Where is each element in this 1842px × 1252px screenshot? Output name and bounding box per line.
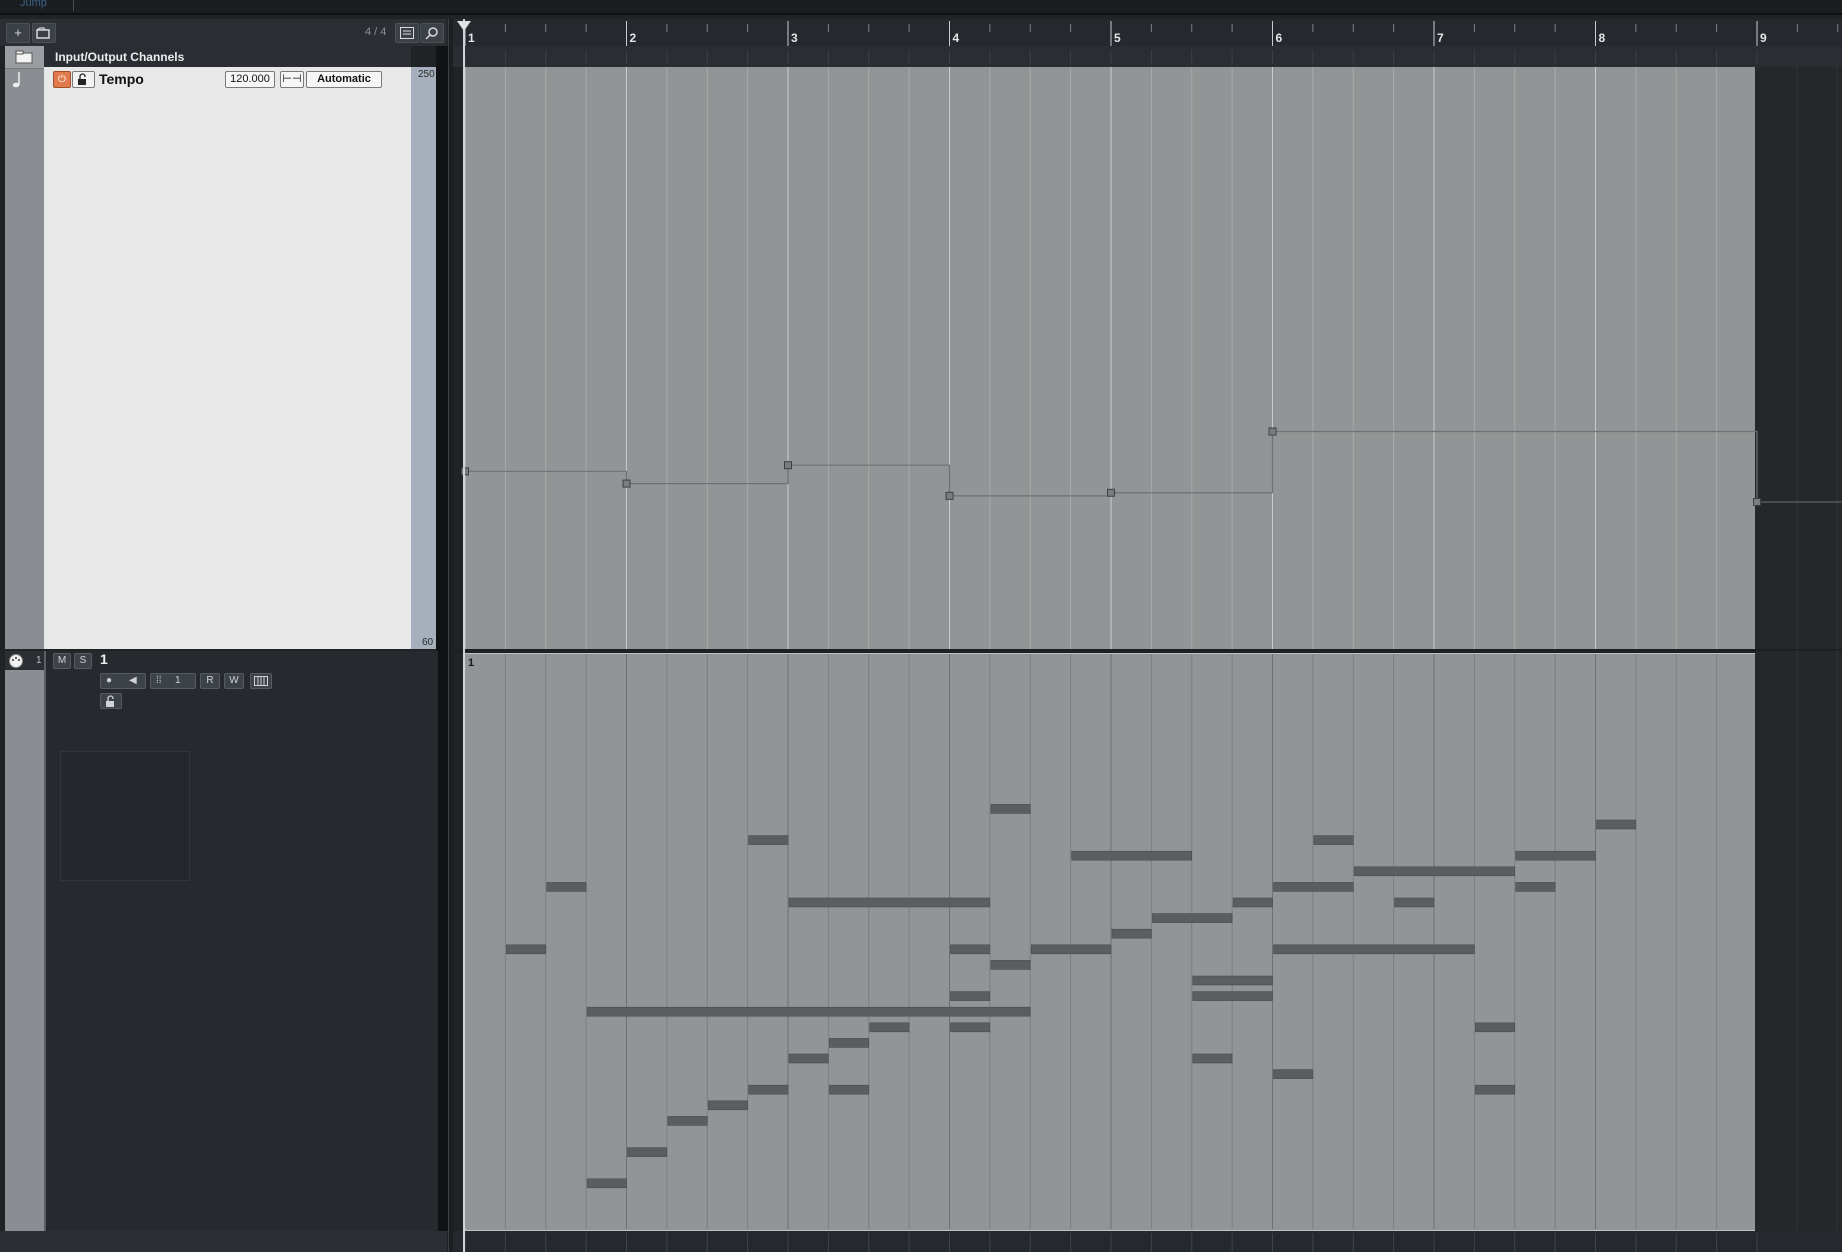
write-automation-button[interactable]: W	[224, 673, 244, 689]
folder-icon	[15, 50, 33, 64]
tempo-scale-min: 60	[422, 637, 434, 648]
bottom-scrollbar[interactable]	[453, 1231, 1842, 1252]
project-cursor[interactable]	[463, 19, 465, 1252]
tempo-mode-button[interactable]: Automatic	[306, 71, 382, 88]
tempo-note-icon	[12, 72, 20, 88]
tempo-scale	[411, 67, 436, 649]
record-monitor-group: ● ◀	[100, 673, 146, 689]
lock-icon	[78, 73, 86, 85]
midi-track-name[interactable]: 1	[100, 651, 108, 667]
bar-number: 9	[1760, 31, 1767, 45]
midi-lock-button[interactable]	[100, 693, 122, 709]
search-icon	[425, 27, 438, 40]
top-separator	[73, 0, 74, 11]
midi-part-name: 1	[468, 657, 475, 669]
midi-channel-selector[interactable]: ⁞⁞ 1	[150, 673, 196, 689]
track-picture-placeholder[interactable]	[60, 751, 190, 881]
bar-number: 1	[468, 31, 475, 45]
bar-number: 4	[952, 31, 960, 45]
top-strip	[0, 0, 1842, 15]
grid-icon: ⁞⁞	[156, 675, 162, 686]
monitor-icon[interactable]: ◀	[129, 674, 137, 688]
find-tracks-button[interactable]	[420, 23, 444, 43]
bar-ruler[interactable]: 1 2 3 4 5 6 7 8 9	[453, 19, 1842, 46]
tempo-track-color-strip[interactable]	[5, 46, 44, 649]
fit-range-button[interactable]: ⊢⊣	[280, 71, 304, 88]
list-icon	[400, 27, 414, 39]
midi-port-icon	[9, 654, 23, 668]
jump-label[interactable]: Jump	[20, 0, 47, 9]
bar-number: 8	[1598, 31, 1606, 45]
midi-track-header[interactable]	[44, 651, 438, 1231]
time-signature-readout: 4 / 4	[365, 26, 387, 38]
power-icon: ⏻	[58, 74, 66, 85]
channel-value: 1	[175, 675, 181, 686]
add-track-button[interactable]: +	[6, 23, 30, 43]
mute-button[interactable]: M	[53, 653, 71, 669]
plus-icon: +	[14, 25, 22, 40]
record-enable-icon[interactable]: ●	[106, 674, 112, 688]
solo-button[interactable]: S	[74, 653, 92, 669]
bar-number: 6	[1275, 31, 1283, 45]
midi-lane-outside-range	[1755, 651, 1842, 1231]
bar-number: 7	[1437, 31, 1444, 45]
bar-number: 3	[791, 31, 798, 45]
tempo-track-activate-button[interactable]: ⏻	[53, 71, 71, 88]
folder-plus-icon	[36, 27, 50, 39]
midi-track-color-strip[interactable]	[5, 651, 44, 1231]
tempo-track-name[interactable]: Tempo	[99, 71, 144, 87]
folder-track-strip	[5, 46, 44, 69]
tempo-track-lock-button[interactable]	[72, 71, 95, 88]
midi-part[interactable]	[465, 653, 1757, 1231]
tempo-track-header[interactable]	[44, 46, 411, 649]
bar-number: 2	[629, 31, 637, 45]
track-list-splitter[interactable]	[448, 19, 454, 1252]
lock-icon	[106, 695, 114, 707]
read-automation-button[interactable]: R	[200, 673, 220, 689]
bar-number: 5	[1114, 31, 1121, 45]
ruler-underlay	[453, 46, 1842, 67]
add-track-using-template-button[interactable]	[32, 23, 56, 43]
track-number: 1	[36, 655, 42, 666]
track-list-footer	[0, 1231, 447, 1252]
tempo-scale-max: 250	[418, 69, 435, 80]
tempo-event-lane[interactable]	[463, 67, 1755, 649]
tempo-lane-outside-range	[1755, 67, 1842, 649]
keyboard-icon	[254, 676, 268, 686]
track-visibility-button[interactable]	[395, 23, 419, 43]
track-list-toolbar: + 4 / 4	[0, 19, 447, 46]
folder-track-title[interactable]: Input/Output Channels	[55, 50, 184, 64]
project-cursor-handle[interactable]	[457, 21, 471, 31]
tempo-value-field[interactable]: 120.000	[225, 71, 275, 88]
edit-in-place-button[interactable]	[250, 673, 272, 689]
fit-range-icon: ⊢⊣	[282, 73, 302, 85]
